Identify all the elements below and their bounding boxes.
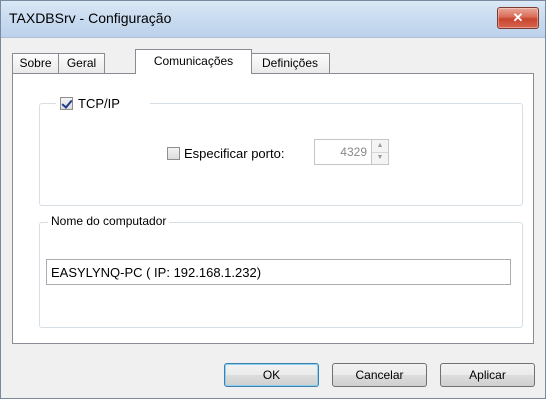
tab-label: Definições — [261, 56, 319, 70]
tab-comunicacoes[interactable]: Comunicações — [135, 49, 252, 74]
apply-button[interactable]: Aplicar — [440, 363, 535, 387]
ok-button[interactable]: OK — [224, 363, 319, 387]
tcpip-checkbox[interactable] — [60, 97, 73, 110]
tab-label: Sobre — [19, 56, 52, 70]
computer-legend: Nome do computador — [48, 214, 170, 228]
spin-down-icon[interactable]: ▼ — [372, 152, 388, 164]
cancel-button[interactable]: Cancelar — [332, 363, 427, 387]
tcpip-legend: TCP/IP — [56, 95, 150, 112]
config-dialog: TAXDBSrv - Configuração ✕ Sobre Geral Co… — [0, 0, 546, 399]
close-button[interactable]: ✕ — [497, 7, 539, 29]
tab-label: Geral — [66, 56, 97, 70]
close-icon: ✕ — [512, 10, 524, 25]
tab-sobre[interactable]: Sobre — [12, 53, 59, 73]
title-bar[interactable]: TAXDBSrv - Configuração ✕ — [1, 1, 545, 38]
window-title: TAXDBSrv - Configuração — [9, 10, 172, 26]
tab-geral[interactable]: Geral — [58, 53, 105, 73]
tab-definicoes[interactable]: Definições — [250, 53, 330, 73]
port-spinner[interactable]: ▲ ▼ — [372, 139, 389, 165]
tcpip-label: TCP/IP — [78, 96, 120, 111]
port-input[interactable]: 4329 — [314, 139, 372, 165]
specify-port-label[interactable]: Especificar porto: — [184, 146, 284, 161]
specify-port-checkbox[interactable] — [167, 147, 180, 160]
tab-label: Comunicações — [153, 54, 234, 68]
computer-name-field[interactable]: EASYLYNQ-PC ( IP: 192.168.1.232) — [46, 259, 511, 285]
